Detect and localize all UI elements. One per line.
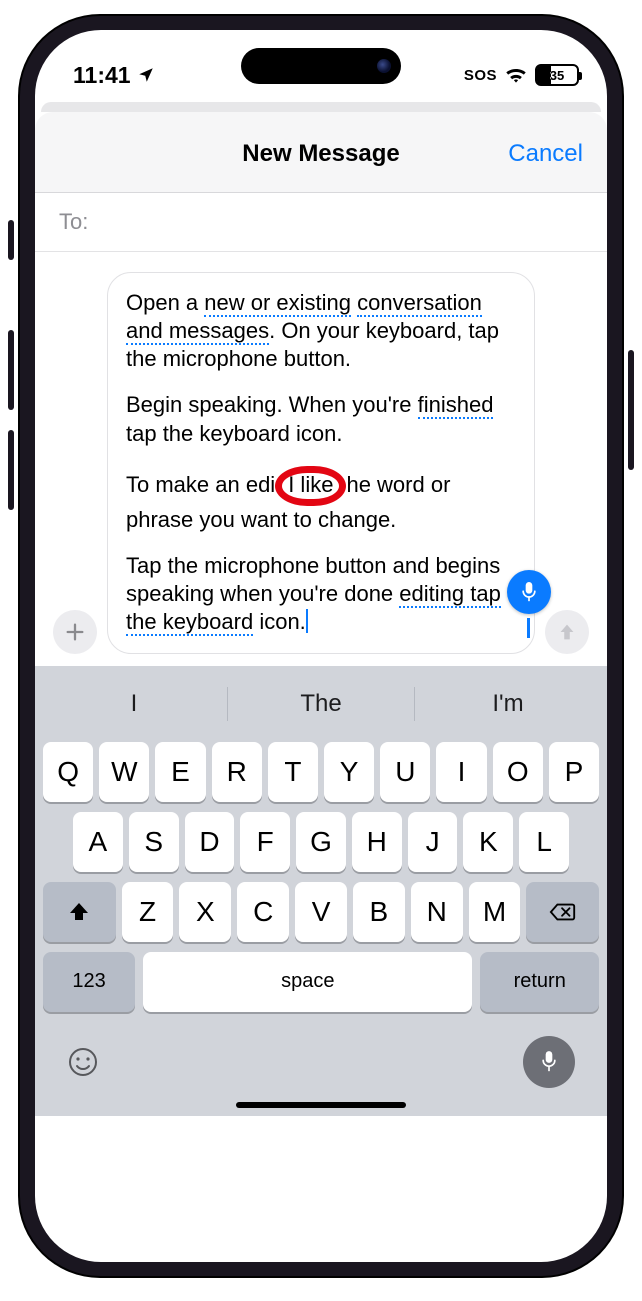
battery-icon: 35 bbox=[535, 64, 579, 86]
key-i[interactable]: I bbox=[436, 742, 486, 802]
key-r[interactable]: R bbox=[212, 742, 262, 802]
keyboard: I The I'm Q W E R T Y U I O P A S D F G … bbox=[35, 666, 607, 1116]
send-button[interactable] bbox=[545, 610, 589, 654]
home-indicator[interactable] bbox=[236, 1102, 406, 1108]
key-m[interactable]: M bbox=[469, 882, 521, 942]
dictation-bubble-tail bbox=[527, 618, 530, 638]
volume-down bbox=[8, 430, 14, 510]
highlighted-text: I like bbox=[275, 466, 346, 506]
key-j[interactable]: J bbox=[408, 812, 458, 872]
cancel-button[interactable]: Cancel bbox=[508, 140, 583, 168]
key-n[interactable]: N bbox=[411, 882, 463, 942]
key-d[interactable]: D bbox=[185, 812, 235, 872]
sos-label: SOS bbox=[464, 67, 497, 84]
to-field[interactable]: To: bbox=[35, 193, 607, 252]
key-o[interactable]: O bbox=[493, 742, 543, 802]
key-v[interactable]: V bbox=[295, 882, 347, 942]
location-icon bbox=[137, 66, 155, 84]
prediction-1[interactable]: I bbox=[41, 690, 227, 718]
key-w[interactable]: W bbox=[99, 742, 149, 802]
key-l[interactable]: L bbox=[519, 812, 569, 872]
key-f[interactable]: F bbox=[240, 812, 290, 872]
key-t[interactable]: T bbox=[268, 742, 318, 802]
key-k[interactable]: K bbox=[463, 812, 513, 872]
nav-bar: New Message Cancel bbox=[35, 112, 607, 193]
prediction-bar: I The I'm bbox=[41, 676, 601, 732]
power-button bbox=[628, 350, 634, 470]
sheet-background-edge bbox=[41, 102, 601, 112]
to-label: To: bbox=[59, 209, 88, 234]
key-p[interactable]: P bbox=[549, 742, 599, 802]
status-bar: 11:41 SOS 35 bbox=[35, 30, 607, 102]
page-title: New Message bbox=[242, 140, 399, 168]
key-h[interactable]: H bbox=[352, 812, 402, 872]
dictation-button[interactable] bbox=[523, 1036, 575, 1088]
key-y[interactable]: Y bbox=[324, 742, 374, 802]
compose-area: Open a new or existing conversation and … bbox=[35, 252, 607, 666]
volume-up bbox=[8, 330, 14, 410]
dictation-bubble-button[interactable] bbox=[507, 570, 551, 614]
key-x[interactable]: X bbox=[179, 882, 231, 942]
add-button[interactable] bbox=[53, 610, 97, 654]
key-u[interactable]: U bbox=[380, 742, 430, 802]
message-input[interactable]: Open a new or existing conversation and … bbox=[107, 272, 535, 654]
key-z[interactable]: Z bbox=[122, 882, 174, 942]
numeric-key[interactable]: 123 bbox=[43, 952, 135, 1012]
text-cursor bbox=[306, 609, 308, 633]
side-switch bbox=[8, 220, 14, 260]
backspace-key[interactable] bbox=[526, 882, 599, 942]
space-key[interactable]: space bbox=[143, 952, 472, 1012]
return-key[interactable]: return bbox=[480, 952, 599, 1012]
emoji-button[interactable] bbox=[67, 1046, 99, 1078]
key-b[interactable]: B bbox=[353, 882, 405, 942]
key-q[interactable]: Q bbox=[43, 742, 93, 802]
wifi-icon bbox=[505, 66, 527, 84]
key-c[interactable]: C bbox=[237, 882, 289, 942]
key-s[interactable]: S bbox=[129, 812, 179, 872]
screen: 11:41 SOS 35 New Message Cancel To: bbox=[35, 30, 607, 1262]
prediction-2[interactable]: The bbox=[228, 690, 414, 718]
key-g[interactable]: G bbox=[296, 812, 346, 872]
prediction-3[interactable]: I'm bbox=[415, 690, 601, 718]
shift-key[interactable] bbox=[43, 882, 116, 942]
key-e[interactable]: E bbox=[155, 742, 205, 802]
key-a[interactable]: A bbox=[73, 812, 123, 872]
status-time: 11:41 bbox=[73, 62, 131, 89]
